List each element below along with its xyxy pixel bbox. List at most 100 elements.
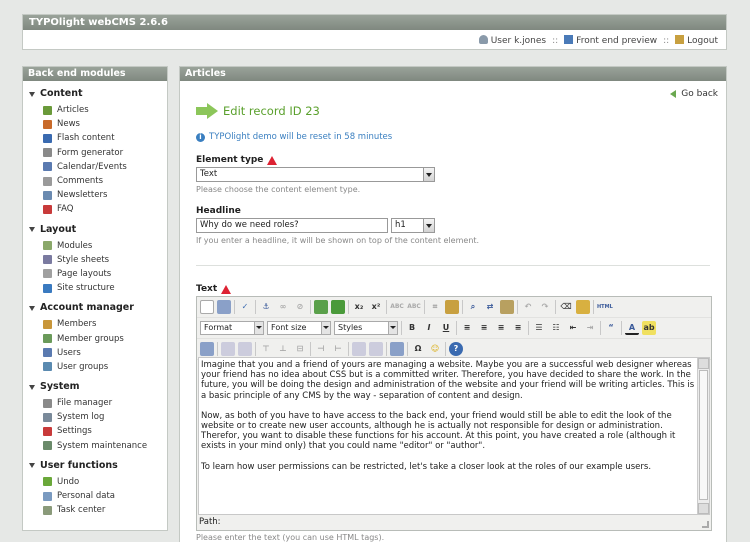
vertical-scrollbar[interactable]: [697, 358, 709, 514]
sidebar-item[interactable]: Users: [23, 346, 167, 360]
align-justify-icon[interactable]: ≡: [511, 321, 525, 335]
sidebar-item[interactable]: Form generator: [23, 146, 167, 160]
italic-icon[interactable]: I: [422, 321, 436, 335]
sidebar-item[interactable]: User groups: [23, 360, 167, 374]
insert-row-before-icon[interactable]: ⊤: [259, 342, 273, 356]
scroll-thumb[interactable]: [699, 370, 708, 500]
align-left-icon[interactable]: ≡: [460, 321, 474, 335]
subscript-icon[interactable]: x₂: [352, 300, 366, 314]
sidebar-group-title[interactable]: System: [23, 381, 167, 393]
sidebar-item[interactable]: Newsletters: [23, 188, 167, 202]
bullet-list-icon[interactable]: ☰: [532, 321, 546, 335]
sidebar-item[interactable]: Calendar/Events: [23, 160, 167, 174]
remove-format-icon[interactable]: ⌫: [559, 300, 573, 314]
sidebar-item[interactable]: Members: [23, 317, 167, 331]
paste-icon[interactable]: [500, 300, 514, 314]
edit-record-title: Edit record ID 23: [223, 104, 320, 118]
abbr-icon[interactable]: ABC: [390, 300, 404, 314]
scroll-up-icon[interactable]: [698, 358, 709, 369]
headline-input[interactable]: Why do we need roles?: [196, 218, 388, 233]
resize-handle-icon[interactable]: [702, 521, 709, 528]
element-type-select[interactable]: Text: [196, 167, 435, 182]
sidebar-item[interactable]: Articles: [23, 103, 167, 117]
undo-icon[interactable]: ↶: [521, 300, 535, 314]
user-link[interactable]: User k.jones: [478, 35, 546, 46]
html-icon[interactable]: HTML: [597, 300, 613, 314]
bold-icon[interactable]: B: [405, 321, 419, 335]
new-document-icon[interactable]: [200, 300, 214, 314]
sidebar-item[interactable]: Modules: [23, 239, 167, 253]
unlink-icon[interactable]: ⊘: [293, 300, 307, 314]
sidebar-item[interactable]: Undo: [23, 475, 167, 489]
sidebar-group-title[interactable]: User functions: [23, 460, 167, 472]
sidebar-item[interactable]: Comments: [23, 174, 167, 188]
image-icon[interactable]: [314, 300, 328, 314]
split-cells-icon[interactable]: [352, 342, 366, 356]
special-char-icon[interactable]: Ω: [411, 342, 425, 356]
row-props-icon[interactable]: [221, 342, 235, 356]
format-select[interactable]: Format: [200, 321, 264, 335]
sidebar-item[interactable]: Member groups: [23, 331, 167, 345]
emoticon-icon[interactable]: ☺: [428, 342, 442, 356]
sidebar-group-label: Layout: [40, 223, 77, 235]
visual-aid-icon[interactable]: [390, 342, 404, 356]
sidebar-item[interactable]: System log: [23, 410, 167, 424]
sidebar-item[interactable]: System maintenance: [23, 439, 167, 453]
align-center-icon[interactable]: ≡: [477, 321, 491, 335]
media-icon[interactable]: [331, 300, 345, 314]
chevron-down-icon: [254, 322, 263, 334]
anchor-icon[interactable]: ⚓: [259, 300, 273, 314]
font-color-icon[interactable]: A: [625, 321, 639, 335]
code-icon[interactable]: [445, 300, 459, 314]
delete-row-icon[interactable]: ⊟: [293, 342, 307, 356]
merge-cells-icon[interactable]: [369, 342, 383, 356]
align-right-icon[interactable]: ≡: [494, 321, 508, 335]
sidebar-item-label: Settings: [57, 426, 92, 437]
frontend-preview-link[interactable]: Front end preview: [564, 35, 657, 46]
sidebar-group-title[interactable]: Layout: [23, 224, 167, 236]
underline-icon[interactable]: U: [439, 321, 453, 335]
insert-col-before-icon[interactable]: ⊣: [314, 342, 328, 356]
headline-level-select[interactable]: h1: [391, 218, 435, 233]
sidebar-item[interactable]: Flash content: [23, 131, 167, 145]
redo-icon[interactable]: ↷: [538, 300, 552, 314]
sidebar-group-title[interactable]: Account manager: [23, 302, 167, 314]
help-icon[interactable]: ?: [449, 342, 463, 356]
blockquote-icon[interactable]: “: [604, 321, 618, 335]
find-icon[interactable]: ⌕: [466, 300, 480, 314]
sidebar-item[interactable]: FAQ: [23, 202, 167, 216]
cleanup-icon[interactable]: ⌗: [428, 300, 442, 314]
replace-icon[interactable]: ⇄: [483, 300, 497, 314]
sidebar-group-title[interactable]: Content: [23, 88, 167, 100]
sidebar-item[interactable]: Settings: [23, 424, 167, 438]
save-icon[interactable]: [217, 300, 231, 314]
outdent-icon[interactable]: ⇤: [566, 321, 580, 335]
insert-col-after-icon[interactable]: ⊢: [331, 342, 345, 356]
go-back-link[interactable]: Go back: [670, 89, 718, 99]
sidebar-item[interactable]: Personal data: [23, 489, 167, 503]
indent-icon[interactable]: ⇥: [583, 321, 597, 335]
sidebar-group: User functions Undo Personal data Task cent…: [23, 460, 167, 518]
superscript-icon[interactable]: x²: [369, 300, 383, 314]
insert-row-after-icon[interactable]: ⊥: [276, 342, 290, 356]
clean-icon[interactable]: [576, 300, 590, 314]
acronym-icon[interactable]: ABC: [407, 300, 421, 314]
scroll-down-icon[interactable]: [698, 503, 709, 514]
font-size-select[interactable]: Font size: [267, 321, 331, 335]
text-content-area[interactable]: Imagine that you and a friend of yours a…: [198, 357, 710, 515]
styles-select[interactable]: Styles: [334, 321, 398, 335]
link-icon[interactable]: ∞: [276, 300, 290, 314]
logout-link[interactable]: Logout: [675, 35, 718, 46]
spellcheck-icon[interactable]: ✓: [238, 300, 252, 314]
cell-props-icon[interactable]: [238, 342, 252, 356]
sidebar-item[interactable]: Task center: [23, 503, 167, 517]
table-icon[interactable]: [200, 342, 214, 356]
sidebar-item[interactable]: Style sheets: [23, 253, 167, 267]
sidebar-item[interactable]: News: [23, 117, 167, 131]
numbered-list-icon[interactable]: ☷: [549, 321, 563, 335]
sidebar-item[interactable]: File manager: [23, 396, 167, 410]
sidebar-item[interactable]: Page layouts: [23, 267, 167, 281]
highlight-color-icon[interactable]: ab: [642, 321, 656, 335]
sidebar-item[interactable]: Site structure: [23, 281, 167, 295]
sidebar-title: Back end modules: [23, 67, 167, 81]
